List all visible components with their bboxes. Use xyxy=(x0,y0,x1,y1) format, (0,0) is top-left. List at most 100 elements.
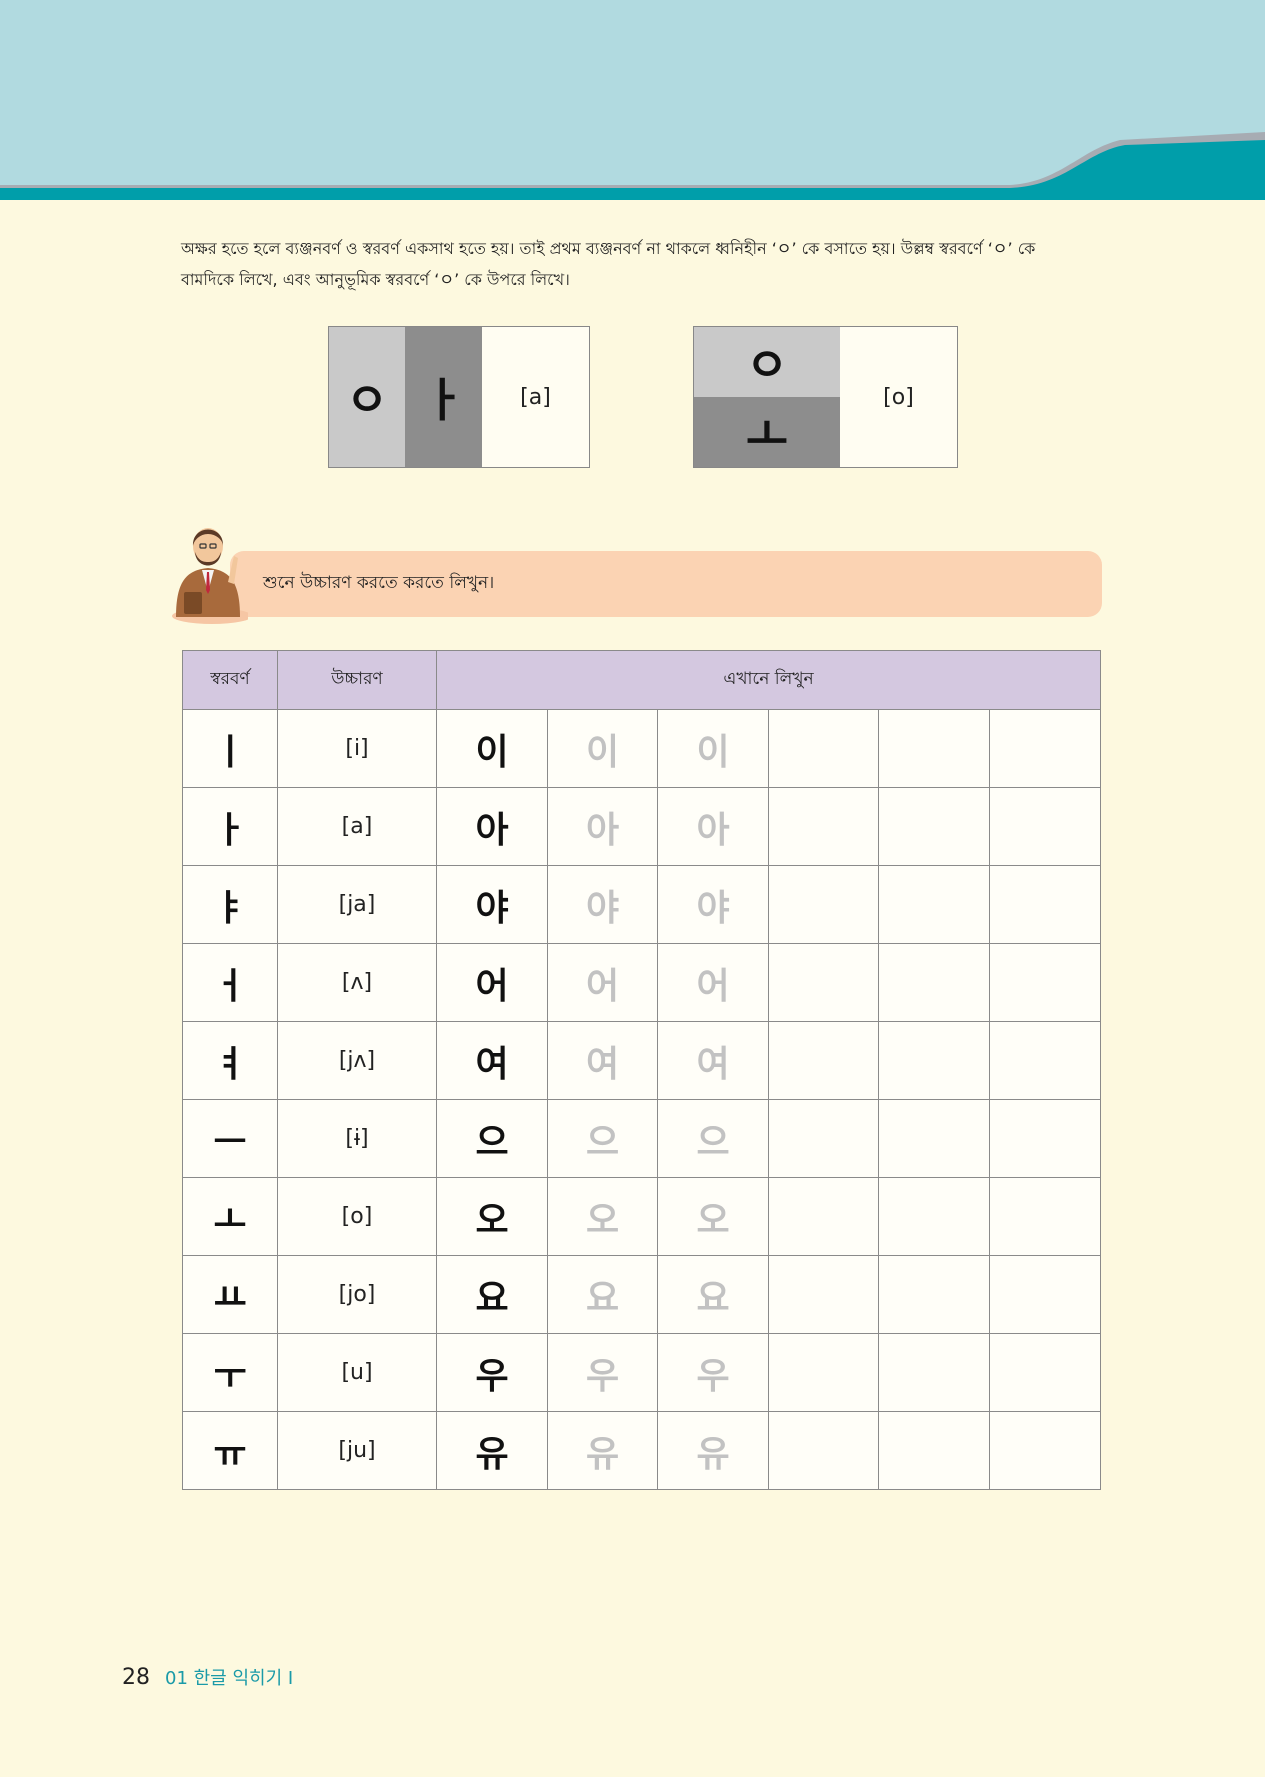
teacher-illustration xyxy=(172,528,248,624)
writing-blank-cell[interactable] xyxy=(878,1411,990,1490)
pronunciation-cell: [ɨ] xyxy=(277,1099,437,1178)
table-row: ㅠ [ju] 유 유 유 xyxy=(182,1411,1102,1490)
vowel-cell: ㅑ xyxy=(182,865,278,944)
table-row: ㅗ [o] 오 오 오 xyxy=(182,1177,1102,1256)
intro-line-1: অক্ষর হতে হলে ব্যঞ্জনবর্ণ ও স্বরবর্ণ একস… xyxy=(181,239,1036,258)
syllable-demo-vertical: ㅇ ㅏ [a] xyxy=(328,326,590,468)
table-row: ㅣ [i] 이 이 이 xyxy=(182,709,1102,788)
trace-syllable-cell: 이 xyxy=(657,709,769,788)
writing-blank-cell[interactable] xyxy=(878,943,990,1022)
table-header-row: স্বরবর্ণ উচ্চারণ এখানে লিখুন xyxy=(182,650,1102,710)
trace-syllable-cell: 이 xyxy=(547,709,658,788)
table-row: ㅡ [ɨ] 으 으 으 xyxy=(182,1099,1102,1178)
table-row: ㅛ [jo] 요 요 요 xyxy=(182,1255,1102,1334)
writing-blank-cell[interactable] xyxy=(878,1255,990,1334)
trace-syllable-cell: 어 xyxy=(547,943,658,1022)
intro-paragraph: অক্ষর হতে হলে ব্যঞ্জনবর্ণ ও স্বরবর্ণ একস… xyxy=(181,233,1106,295)
writing-blank-cell[interactable] xyxy=(988,1177,1102,1256)
header-pronunciation: উচ্চারণ xyxy=(277,650,437,710)
table-row: ㅜ [u] 우 우 우 xyxy=(182,1333,1102,1412)
vowel-cell: ㅕ xyxy=(182,1021,278,1100)
pronunciation-cell: [ju] xyxy=(277,1411,437,1490)
demo-consonant: ㅇ xyxy=(329,327,405,467)
writing-blank-cell[interactable] xyxy=(988,1411,1102,1490)
writing-blank-cell[interactable] xyxy=(768,1411,879,1490)
instruction-text: শুনে উচ্চারণ করতে করতে লিখুন। xyxy=(263,573,495,593)
table-row: ㅕ [jʌ] 여 여 여 xyxy=(182,1021,1102,1100)
demo-pronunciation: [o] xyxy=(883,384,914,410)
writing-blank-cell[interactable] xyxy=(878,1177,990,1256)
writing-blank-cell[interactable] xyxy=(988,865,1102,944)
page-number: 28 xyxy=(122,1665,150,1690)
trace-syllable-cell: 요 xyxy=(657,1255,769,1334)
demo-consonant: ㅇ xyxy=(694,327,840,397)
writing-blank-cell[interactable] xyxy=(988,1255,1102,1334)
trace-syllable-cell: 아 xyxy=(657,787,769,866)
writing-blank-cell[interactable] xyxy=(768,1333,879,1412)
demo-vowel: ㅗ xyxy=(694,397,840,467)
vowel-cell: ㅗ xyxy=(182,1177,278,1256)
pronunciation-cell: [ja] xyxy=(277,865,437,944)
writing-blank-cell[interactable] xyxy=(878,787,990,866)
vowel-cell: ㅜ xyxy=(182,1333,278,1412)
model-syllable-cell: 여 xyxy=(436,1021,548,1100)
writing-blank-cell[interactable] xyxy=(988,1021,1102,1100)
vowel-cell: ㅏ xyxy=(182,787,278,866)
writing-blank-cell[interactable] xyxy=(768,709,879,788)
writing-blank-cell[interactable] xyxy=(988,787,1102,866)
model-syllable-cell: 야 xyxy=(436,865,548,944)
trace-syllable-cell: 여 xyxy=(547,1021,658,1100)
writing-blank-cell[interactable] xyxy=(768,865,879,944)
header-vowel: স্বরবর্ণ xyxy=(182,650,278,710)
trace-syllable-cell: 야 xyxy=(547,865,658,944)
table-row: ㅏ [a] 아 아 아 xyxy=(182,787,1102,866)
model-syllable-cell: 유 xyxy=(436,1411,548,1490)
trace-syllable-cell: 으 xyxy=(657,1099,769,1178)
writing-blank-cell[interactable] xyxy=(988,1333,1102,1412)
syllable-demo-horizontal: ㅇ ㅗ [o] xyxy=(693,326,958,468)
header-write-here: এখানে লিখুন xyxy=(435,650,1102,710)
writing-blank-cell[interactable] xyxy=(878,865,990,944)
chapter-title: 01 한글 익히기 Ⅰ xyxy=(165,1668,294,1689)
writing-blank-cell[interactable] xyxy=(768,1099,879,1178)
pronunciation-cell: [i] xyxy=(277,709,437,788)
pronunciation-cell: [jo] xyxy=(277,1255,437,1334)
writing-blank-cell[interactable] xyxy=(988,709,1102,788)
table-row: ㅓ [ʌ] 어 어 어 xyxy=(182,943,1102,1022)
writing-blank-cell[interactable] xyxy=(768,1021,879,1100)
table-row: ㅑ [ja] 야 야 야 xyxy=(182,865,1102,944)
vowel-cell: ㅣ xyxy=(182,709,278,788)
model-syllable-cell: 오 xyxy=(436,1177,548,1256)
writing-blank-cell[interactable] xyxy=(768,1255,879,1334)
writing-blank-cell[interactable] xyxy=(768,787,879,866)
intro-line-2: বামদিকে লিখে, এবং আনুভূমিক স্বরবর্ণে ‘ㅇ’… xyxy=(181,270,570,289)
table-body: ㅣ [i] 이 이 이 ㅏ [a] 아 아 아 ㅑ [ja] 야 야 야 ㅓ [ʌ] 어 어 어 ㅕ [jʌ] 여 여 여 ㅡ [ɨ… xyxy=(182,709,1102,1490)
trace-syllable-cell: 어 xyxy=(657,943,769,1022)
trace-syllable-cell: 야 xyxy=(657,865,769,944)
trace-syllable-cell: 여 xyxy=(657,1021,769,1100)
writing-blank-cell[interactable] xyxy=(878,1021,990,1100)
pronunciation-cell: [o] xyxy=(277,1177,437,1256)
trace-syllable-cell: 아 xyxy=(547,787,658,866)
writing-blank-cell[interactable] xyxy=(878,1099,990,1178)
writing-blank-cell[interactable] xyxy=(988,1099,1102,1178)
writing-blank-cell[interactable] xyxy=(988,943,1102,1022)
trace-syllable-cell: 유 xyxy=(547,1411,658,1490)
vowel-cell: ㅠ xyxy=(182,1411,278,1490)
demo-pronunciation: [a] xyxy=(520,384,551,410)
model-syllable-cell: 요 xyxy=(436,1255,548,1334)
trace-syllable-cell: 오 xyxy=(547,1177,658,1256)
writing-blank-cell[interactable] xyxy=(768,1177,879,1256)
pronunciation-cell: [jʌ] xyxy=(277,1021,437,1100)
model-syllable-cell: 우 xyxy=(436,1333,548,1412)
vowel-cell: ㅛ xyxy=(182,1255,278,1334)
writing-blank-cell[interactable] xyxy=(878,1333,990,1412)
demo-vowel: ㅏ xyxy=(405,327,482,467)
vowel-practice-table: স্বরবর্ণ উচ্চারণ এখানে লিখুন ㅣ [i] 이 이 이 ㅏ [a]… xyxy=(182,650,1102,1490)
vowel-cell: ㅓ xyxy=(182,943,278,1022)
trace-syllable-cell: 오 xyxy=(657,1177,769,1256)
vowel-cell: ㅡ xyxy=(182,1099,278,1178)
writing-blank-cell[interactable] xyxy=(878,709,990,788)
writing-blank-cell[interactable] xyxy=(768,943,879,1022)
trace-syllable-cell: 유 xyxy=(657,1411,769,1490)
